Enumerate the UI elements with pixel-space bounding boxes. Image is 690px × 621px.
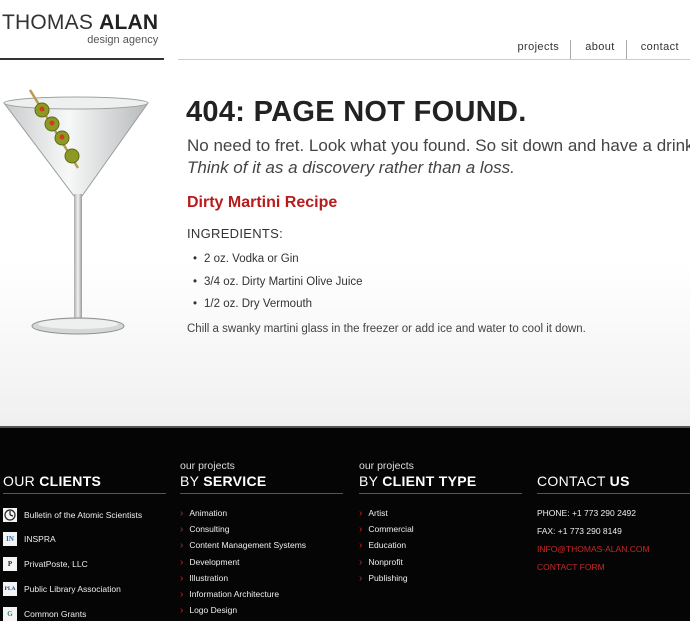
recipe-instruction: Chill a swanky martini glass in the free… [187,323,586,335]
client-name: INSPRA [24,534,56,544]
pla-logo-icon: PLA [3,582,17,596]
contact-fax: FAX: +1 773 290 8149 [537,526,622,536]
client-type-divider [359,493,522,494]
atomic-clock-icon [3,508,17,522]
client-type-link-education[interactable]: Education [359,540,406,551]
privatposte-logo-icon: P [3,557,17,571]
client-name: Public Library Association [24,584,121,594]
inspra-logo-icon: IN [3,532,17,546]
client-type-link-artist[interactable]: Artist [359,508,387,519]
lead-text: No need to fret. Look what you found. So… [187,136,690,155]
client-name: PrivatPoste, LLC [24,559,88,569]
main-nav: projects about contact [503,40,679,59]
client-item[interactable]: PLA Public Library Association [3,582,121,596]
brand-logo[interactable]: THOMAS ALAN design agency [2,11,159,47]
client-type-subheading: our projects [359,460,414,472]
client-item[interactable]: IN INSPRA [3,532,56,546]
clients-heading: OUR CLIENTS [3,473,102,489]
client-name: Bulletin of the Atomic Scientists [24,510,143,520]
client-type-link-commercial[interactable]: Commercial [359,524,413,535]
client-item[interactable]: P PrivatPoste, LLC [3,557,88,571]
ingredients-list: 2 oz. Vodka or Gin 3/4 oz. Dirty Martini… [193,253,363,321]
contact-divider [537,493,690,494]
ingredients-label: INGREDIENTS: [187,226,284,241]
nav-about[interactable]: about [570,40,626,59]
client-type-heading: BY CLIENT TYPE [359,473,477,489]
service-divider [180,493,343,494]
martini-glass-image [2,89,149,335]
clients-divider [3,493,166,494]
service-link-cms[interactable]: Content Management Systems [180,540,306,551]
page-title: 404: PAGE NOT FOUND. [186,96,527,128]
client-type-link-publishing[interactable]: Publishing [359,573,407,584]
list-item: 1/2 oz. Dry Vermouth [193,298,363,321]
service-link-development[interactable]: Development [180,557,239,568]
service-link-illustration[interactable]: Illustration [180,573,228,584]
contact-email-link[interactable]: INFO@THOMAS-ALAN.COM [537,544,650,554]
service-link-consulting[interactable]: Consulting [180,524,229,535]
footer: OUR CLIENTS Bulletin of the Atomic Scien… [0,426,690,621]
contact-heading: CONTACT US [537,473,630,489]
contact-phone: PHONE: +1 773 290 2492 [537,508,636,518]
client-item[interactable]: Bulletin of the Atomic Scientists [3,508,142,522]
service-link-logo-design[interactable]: Logo Design [180,605,237,616]
client-name: Common Grants [24,609,87,619]
brand-tagline: design agency [87,34,159,46]
brand-name: THOMAS ALAN [2,11,159,34]
recipe-title: Dirty Martini Recipe [187,194,338,211]
nav-contact[interactable]: contact [625,40,679,59]
client-type-link-nonprofit[interactable]: Nonprofit [359,557,403,568]
nav-projects[interactable]: projects [503,40,570,59]
contact-form-link[interactable]: CONTACT FORM [537,562,605,572]
service-link-animation[interactable]: Animation [180,508,227,519]
list-item: 2 oz. Vodka or Gin [193,253,363,276]
service-heading: BY SERVICE [180,473,267,489]
service-link-information-architecture[interactable]: Information Architecture [180,589,279,600]
service-subheading: our projects [180,460,235,472]
lead-text-italic: Think of it as a discovery rather than a… [187,158,515,177]
list-item: 3/4 oz. Dirty Martini Olive Juice [193,276,363,299]
